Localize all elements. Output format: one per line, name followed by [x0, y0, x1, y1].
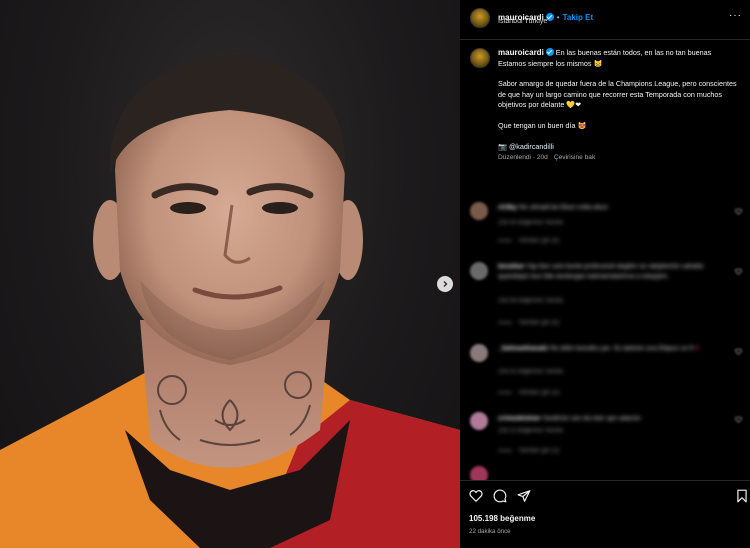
like-comment-heart-icon[interactable] — [735, 348, 742, 355]
separator-dot: • — [556, 13, 560, 22]
view-replies[interactable]: Yanıtları gör (4) — [498, 238, 559, 244]
caption-avatar[interactable] — [470, 48, 490, 68]
comment-avatar[interactable] — [470, 412, 488, 430]
verified-badge-icon — [545, 48, 554, 56]
comment-avatar[interactable] — [470, 466, 488, 480]
comment-meta[interactable]: 20d 41 beğenme Yanıtla — [498, 369, 563, 375]
caption-meta: Düzenlendi · 20d Çevirisine bak — [498, 153, 738, 164]
caption-line-1: mauroicardi En las buenas están todos, e… — [498, 48, 738, 69]
comment-avatar[interactable] — [470, 202, 488, 220]
comment-avatar[interactable] — [470, 344, 488, 362]
comment-meta[interactable]: 20d 98 beğenme Yanıtla — [498, 298, 563, 304]
comment-meta[interactable]: 20d 23 beğenme Yanıtla — [498, 428, 563, 434]
view-replies[interactable]: Yanıtları gör (2) — [498, 448, 559, 454]
comment-bubble-icon[interactable] — [493, 489, 507, 503]
post-location[interactable]: İstanbul Türkiye — [498, 18, 547, 25]
post-side-panel: mauroicardi • Takip Et İstanbul Türkiye ··… — [460, 0, 750, 548]
next-image-button[interactable] — [437, 276, 453, 292]
edited-time: Düzenlendi · 20d — [498, 154, 548, 162]
follow-button[interactable]: Takip Et — [563, 13, 594, 22]
post-media[interactable] — [0, 0, 460, 548]
caption-username[interactable]: mauroicardi — [498, 48, 544, 57]
comment-text: bezaltan Yap ben seni bunle profesonel d… — [498, 263, 704, 280]
author-avatar[interactable] — [470, 8, 490, 28]
post-actions: 105.198 beğenme 22 dakika önce — [460, 480, 750, 548]
comment-text: crimedelshee Yandirsin sen da ister ayn … — [498, 415, 641, 422]
like-count[interactable]: 105.198 beğenme — [469, 514, 535, 523]
like-comment-heart-icon[interactable] — [735, 268, 742, 275]
comments-list[interactable]: ch3ky Hic olmadi be Ebun nolla ebun 20d … — [460, 190, 750, 480]
view-replies[interactable]: Yanıtları gör (6) — [498, 320, 559, 326]
caption-line-2: Sabor amargo de quedar fuera de la Champ… — [498, 79, 737, 110]
comment-text: ch3ky Hic olmadi be Ebun nolla ebun — [498, 204, 608, 211]
post-header: mauroicardi • Takip Et İstanbul Türkiye ··… — [460, 0, 750, 40]
comment-text: _fatimaelhanaki Hic bilim konoliru yer. … — [498, 345, 699, 352]
save-bookmark-icon[interactable] — [736, 489, 748, 503]
caption-line-3: Que tengan un buen día 😻 — [498, 120, 587, 130]
comment-meta[interactable]: 20d 40 beğenme Yanıtla — [498, 220, 563, 226]
comment-avatar[interactable] — [470, 262, 488, 280]
chevron-right-icon — [443, 281, 448, 287]
like-heart-icon[interactable] — [469, 489, 483, 503]
post-time[interactable]: 22 dakika önce — [469, 528, 511, 535]
more-options-icon[interactable]: ··· — [729, 10, 742, 21]
like-comment-heart-icon[interactable] — [735, 208, 742, 215]
view-replies[interactable]: Yanıtları gör (3) — [498, 390, 559, 396]
see-translation-link[interactable]: Çevirisine bak — [554, 154, 595, 161]
like-comment-heart-icon[interactable] — [735, 416, 742, 423]
photo-credit[interactable]: 📷 @kadircandilli — [498, 142, 738, 153]
share-paper-plane-icon[interactable] — [517, 489, 531, 503]
post-photo — [0, 55, 460, 548]
